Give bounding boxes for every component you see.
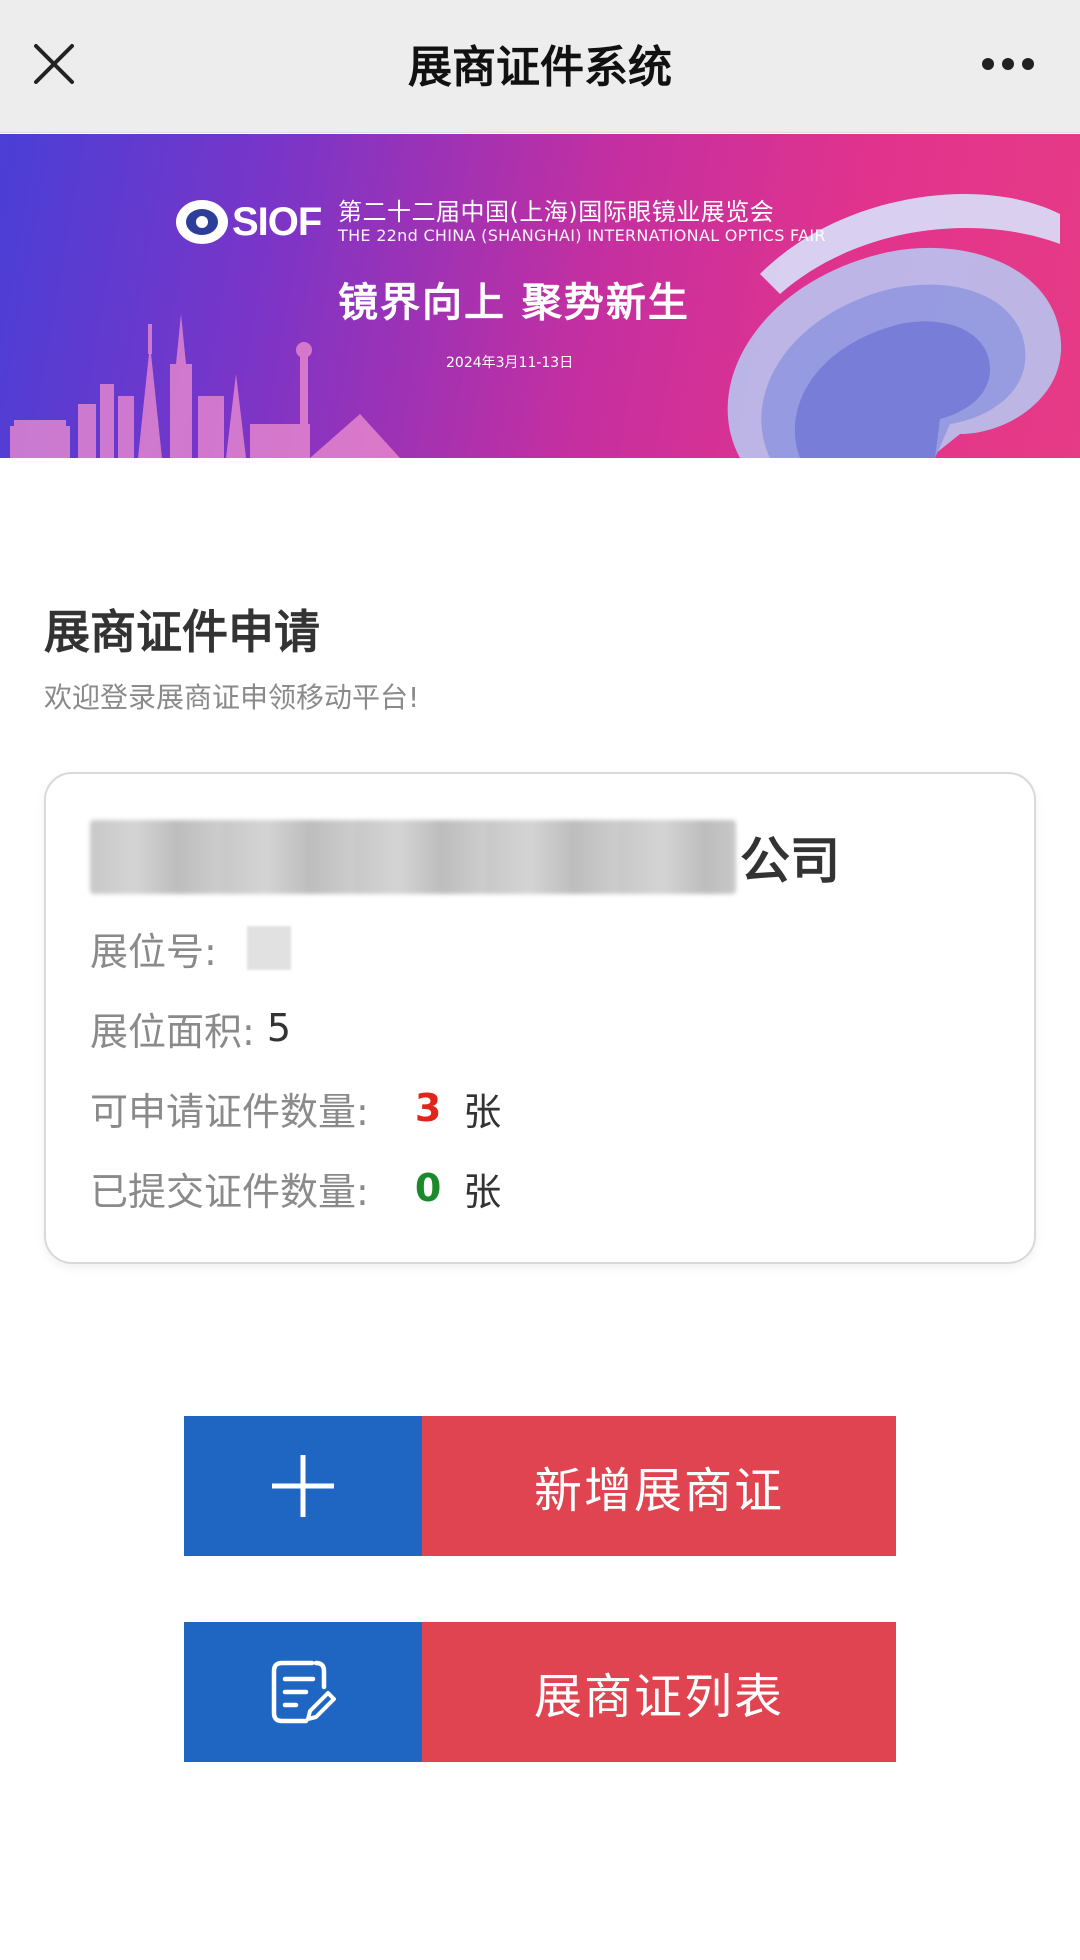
- fair-date: 2024年3月11-13日: [446, 355, 574, 371]
- exhibitor-badge-list-label[interactable]: 展商证列表: [422, 1622, 896, 1762]
- exhibitor-info-card: 公司 展位号: 展位面积: 5 可申请证件数量: 3 张 已提交证件数量: 0 …: [44, 772, 1036, 1264]
- available-count-value: 3: [414, 1086, 442, 1130]
- exhibitor-badge-list-button[interactable]: 展商证列表: [184, 1622, 896, 1762]
- top-navbar: 展商证件系统: [0, 0, 1080, 133]
- fair-slogan: 镜界向上 聚势新生: [338, 280, 690, 326]
- booth-number-row: 展位号:: [90, 920, 291, 976]
- company-name-redacted: [90, 820, 736, 894]
- siof-logo: SIOF: [170, 196, 322, 248]
- more-icon[interactable]: [980, 54, 1036, 74]
- company-name-suffix: 公司: [740, 832, 840, 890]
- logo-text: SIOF: [232, 199, 322, 244]
- event-banner: SIOF 第二十二届中国(上海)国际眼镜业展览会 THE 22nd CHINA …: [0, 134, 1080, 458]
- submitted-count-row: 已提交证件数量: 0 张: [90, 1160, 501, 1216]
- add-exhibitor-badge-button[interactable]: 新增展商证: [184, 1416, 896, 1556]
- page-title: 展商证件系统: [408, 42, 672, 93]
- plus-icon[interactable]: [184, 1416, 422, 1556]
- available-count-row: 可申请证件数量: 3 张: [90, 1080, 501, 1136]
- booth-number-redacted: [246, 926, 291, 970]
- fair-name-en: THE 22nd CHINA (SHANGHAI) INTERNATIONAL …: [338, 226, 826, 245]
- edit-list-icon[interactable]: [184, 1622, 422, 1762]
- booth-area-row: 展位面积: 5: [90, 1000, 291, 1056]
- welcome-subtitle: 欢迎登录展商证申领移动平台!: [44, 681, 420, 714]
- submitted-count-unit: 张: [463, 1169, 502, 1214]
- section-heading: 展商证件申请: [44, 605, 320, 659]
- submitted-count-label: 已提交证件数量:: [90, 1169, 369, 1214]
- available-count-label: 可申请证件数量:: [90, 1089, 369, 1134]
- booth-number-label: 展位号:: [90, 929, 217, 974]
- available-count-unit: 张: [463, 1089, 502, 1134]
- add-exhibitor-badge-label[interactable]: 新增展商证: [422, 1416, 896, 1556]
- submitted-count-value: 0: [414, 1166, 442, 1210]
- fair-name-cn: 第二十二届中国(上海)国际眼镜业展览会: [338, 198, 775, 226]
- booth-area-value: 5: [266, 1006, 291, 1050]
- booth-area-label: 展位面积:: [90, 1009, 255, 1054]
- company-name: 公司: [90, 814, 840, 900]
